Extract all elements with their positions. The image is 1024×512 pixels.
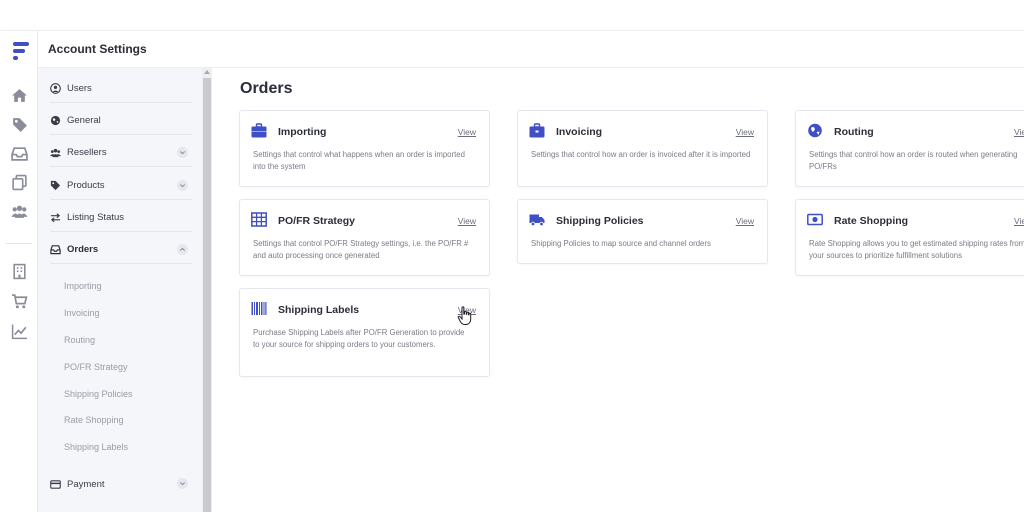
user-circle-icon (50, 83, 61, 94)
card-description: Purchase Shipping Labels after PO/FR Gen… (253, 328, 465, 349)
card-rate-shopping[interactable]: Rate Shopping View Rate Shopping allows … (795, 199, 1024, 276)
card-po-fr-strategy[interactable]: PO/FR Strategy View Settings that contro… (239, 199, 490, 276)
view-link[interactable]: View (458, 127, 476, 137)
inbox-icon (50, 244, 61, 255)
sidebar-item-label: Payment (67, 478, 105, 490)
inbox-icon[interactable] (11, 145, 28, 162)
tag-icon[interactable] (11, 116, 28, 133)
sidebar-item-listing-status[interactable]: Listing Status (50, 204, 192, 232)
sidebar-subitem-importing[interactable]: Importing (64, 281, 102, 291)
rail-divider (6, 243, 32, 244)
card-description: Settings that control how an order is ro… (809, 150, 1018, 171)
settings-sidebar: Users General Resellers Products Listing… (38, 68, 202, 512)
tag-icon (50, 180, 61, 191)
card-description: Settings that control what happens when … (253, 150, 465, 171)
briefcase-icon (529, 123, 545, 138)
page-title: Orders (240, 80, 293, 97)
credit-card-icon (50, 479, 61, 490)
users-icon (50, 147, 61, 158)
card-shipping-policies[interactable]: Shipping Policies View Shipping Policies… (517, 199, 768, 264)
sidebar-item-payment[interactable]: Payment (50, 470, 192, 498)
card-title: PO/FR Strategy (278, 215, 356, 227)
card-description: Settings that control PO/FR Strategy set… (253, 239, 469, 260)
card-description: Shipping Policies to map source and chan… (531, 239, 711, 248)
card-routing[interactable]: Routing View Settings that control how a… (795, 110, 1024, 187)
sidebar-item-label: Resellers (67, 147, 107, 158)
barcode-icon (251, 301, 267, 316)
copy-icon[interactable] (11, 174, 28, 191)
card-title: Invoicing (556, 126, 603, 138)
truck-icon (529, 212, 545, 227)
chevron-down-icon[interactable] (177, 180, 188, 191)
scroll-up-arrow[interactable] (204, 70, 210, 74)
chevron-down-icon[interactable] (177, 478, 188, 489)
globe-icon (50, 115, 61, 126)
card-shipping-labels[interactable]: Shipping Labels View Purchase Shipping L… (239, 288, 490, 377)
card-description: Rate Shopping allows you to get estimate… (809, 239, 1024, 260)
view-link[interactable]: View (1014, 127, 1024, 137)
sidebar-item-label: Users (67, 83, 92, 94)
sidebar-subitem-po-fr-strategy[interactable]: PO/FR Strategy (64, 362, 128, 372)
sidebar-item-label: General (67, 115, 101, 126)
sidebar-subitem-invoicing[interactable]: Invoicing (64, 308, 100, 318)
card-invoicing[interactable]: Invoicing View Settings that control how… (517, 110, 768, 187)
sidebar-scrollbar-thumb[interactable] (203, 78, 211, 512)
home-icon[interactable] (11, 87, 28, 104)
sidebar-item-label: Orders (67, 244, 99, 255)
view-link[interactable]: View (1014, 216, 1024, 226)
sidebar-item-users[interactable]: Users (50, 75, 192, 103)
sidebar-subitem-shipping-policies[interactable]: Shipping Policies (64, 389, 133, 399)
sidebar-item-label: Listing Status (67, 212, 125, 223)
sidebar-subitem-shipping-labels[interactable]: Shipping Labels (64, 442, 128, 452)
chevron-down-icon[interactable] (177, 147, 188, 158)
card-title: Rate Shopping (834, 215, 909, 227)
card-importing[interactable]: Importing View Settings that control wha… (239, 110, 490, 187)
view-link[interactable]: View (458, 216, 476, 226)
table-icon (251, 212, 267, 227)
sidebar-item-label: Products (67, 180, 105, 191)
users-icon[interactable] (11, 203, 28, 220)
card-title: Routing (834, 126, 874, 138)
view-link[interactable]: View (736, 127, 754, 137)
top-blank-area (0, 0, 1024, 30)
logo-icon[interactable] (11, 40, 31, 62)
building-icon[interactable] (11, 263, 28, 280)
sidebar-subitem-routing[interactable]: Routing (64, 335, 95, 345)
hand-pointer-icon (457, 306, 473, 326)
header-title: Account Settings (48, 42, 147, 56)
card-title: Importing (278, 126, 327, 138)
card-description: Settings that control how an order is in… (531, 150, 751, 159)
money-bill-icon (807, 212, 823, 227)
briefcase-icon (251, 123, 267, 138)
icon-rail (0, 31, 38, 512)
sidebar-item-resellers[interactable]: Resellers (50, 139, 192, 167)
sidebar-item-orders[interactable]: Orders (50, 236, 192, 264)
sidebar-item-general[interactable]: General (50, 107, 192, 135)
exchange-icon (50, 212, 61, 223)
card-title: Shipping Policies (556, 215, 644, 227)
chevron-up-icon[interactable] (177, 244, 188, 255)
chart-icon[interactable] (11, 323, 28, 340)
card-title: Shipping Labels (278, 304, 360, 316)
cart-icon[interactable] (11, 293, 28, 310)
view-link[interactable]: View (736, 216, 754, 226)
header-bar: Account Settings (38, 31, 1024, 68)
globe-icon (807, 123, 823, 138)
sidebar-item-products[interactable]: Products (50, 172, 192, 200)
sidebar-subitem-rate-shopping[interactable]: Rate Shopping (64, 415, 124, 425)
